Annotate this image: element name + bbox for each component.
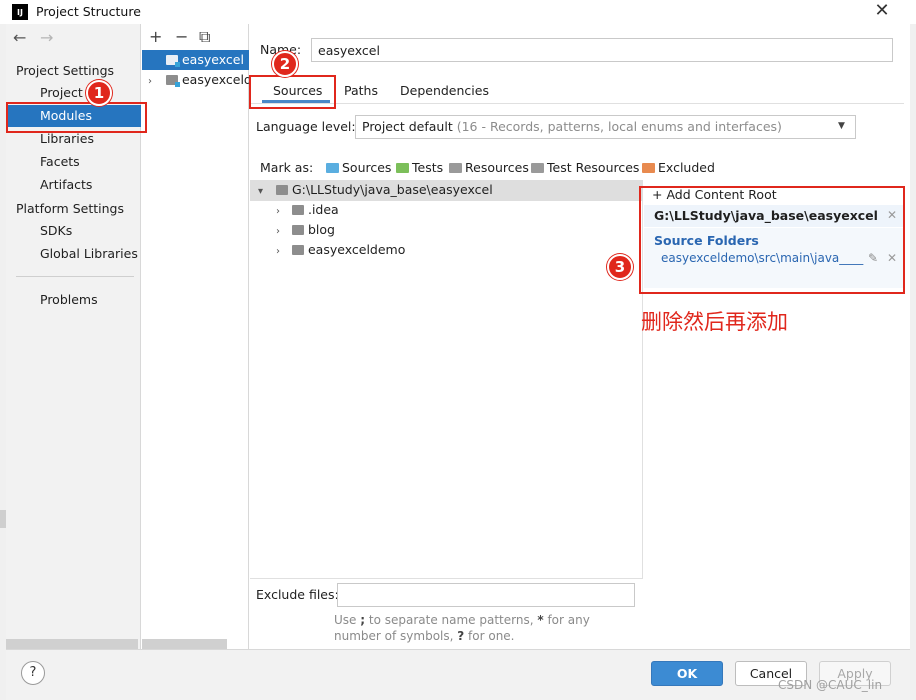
mark-tests-label: Tests — [412, 160, 444, 175]
resources-folder-icon — [449, 163, 462, 173]
sidebar-item-facets[interactable]: Facets — [6, 151, 141, 173]
annotation-box-modules — [6, 102, 147, 133]
help-text: for one. — [464, 629, 515, 643]
sidebar-item-artifacts[interactable]: Artifacts — [6, 174, 141, 196]
mark-as-label: Mark as: — [260, 160, 314, 175]
help-text: Use — [334, 613, 361, 627]
window-title: Project Structure — [36, 4, 141, 19]
annotation-badge-2: 2 — [272, 51, 298, 77]
tab-dependencies[interactable]: Dependencies — [400, 83, 489, 98]
annotation-badge-3: 3 — [607, 254, 633, 280]
tree-node-easyexceldemo[interactable]: › easyexceldemo — [276, 240, 405, 260]
section-platform-settings: Platform Settings — [16, 201, 124, 216]
exclude-files-input[interactable] — [337, 583, 635, 607]
chevron-down-icon[interactable]: ▾ — [258, 182, 268, 202]
module-item-easyexceldemo[interactable]: › easyexceldemo — [142, 70, 249, 90]
module-name-input[interactable] — [311, 38, 893, 62]
folder-icon — [276, 185, 288, 195]
tree-node-label: .idea — [307, 202, 339, 217]
mark-resources-label: Resources — [465, 160, 529, 175]
tree-root-label: G:\LLStudy\java_base\easyexcel — [291, 182, 493, 197]
help-button[interactable]: ? — [21, 661, 45, 685]
add-module-icon[interactable]: + — [149, 28, 162, 46]
chevron-down-icon[interactable]: ▼ — [838, 121, 845, 131]
forward-arrow-icon[interactable]: → — [40, 28, 53, 47]
sidebar-scrollbar[interactable] — [6, 639, 138, 649]
language-level-description: (16 - Records, patterns, local enums and… — [452, 119, 782, 134]
content-root-empty-area — [644, 292, 904, 648]
mark-excluded-label: Excluded — [658, 160, 715, 175]
folder-icon — [292, 205, 304, 215]
sources-folder-icon — [326, 163, 339, 173]
language-level-select[interactable]: Project default (16 - Records, patterns,… — [355, 115, 856, 139]
chevron-right-icon[interactable]: › — [276, 242, 286, 262]
tree-node-blog[interactable]: › blog — [276, 220, 335, 240]
tree-root-node[interactable]: ▾ G:\LLStudy\java_base\easyexcel — [258, 180, 493, 200]
annotation-badge-1: 1 — [86, 80, 112, 106]
module-label: easyexceldemo — [181, 72, 249, 87]
modules-list-panel — [142, 24, 249, 649]
exclude-files-label: Exclude files: — [256, 587, 339, 602]
remove-module-icon[interactable]: − — [175, 28, 188, 46]
ok-button[interactable]: OK — [651, 661, 723, 686]
tree-node-label: blog — [307, 222, 335, 237]
mark-tests-button[interactable]: Tests — [396, 160, 443, 175]
mark-test-resources-label: Test Resources — [547, 160, 640, 175]
chevron-right-icon[interactable]: › — [148, 72, 166, 90]
mark-sources-button[interactable]: Sources — [326, 160, 391, 175]
tab-paths[interactable]: Paths — [344, 83, 378, 98]
window-frame-right — [910, 24, 916, 700]
language-level-value: Project default — [362, 119, 453, 134]
module-folder-icon — [166, 55, 180, 67]
tests-folder-icon — [396, 163, 409, 173]
help-text: to separate name patterns, — [365, 613, 538, 627]
tree-node-idea[interactable]: › .idea — [276, 200, 339, 220]
language-level-label: Language level: — [256, 119, 356, 134]
sidebar-item-project[interactable]: Project — [6, 82, 141, 104]
intellij-app-icon: IJ — [12, 4, 28, 20]
csdn-watermark: CSDN @CAUC_lin — [778, 678, 883, 692]
tabs-divider — [250, 103, 904, 104]
folder-icon — [292, 225, 304, 235]
exclude-divider — [250, 578, 643, 579]
exclude-files-help: Use ; to separate name patterns, * for a… — [334, 612, 638, 644]
sidebar-item-global-libraries[interactable]: Global Libraries — [6, 243, 141, 265]
section-project-settings: Project Settings — [16, 63, 115, 78]
module-label: easyexcel — [181, 52, 244, 67]
modules-scrollbar[interactable] — [142, 639, 227, 649]
annotation-note: 删除然后再添加 — [641, 310, 788, 334]
copy-module-icon[interactable]: ⧉ — [199, 28, 210, 46]
excluded-folder-icon — [642, 163, 655, 173]
module-folder-icon — [166, 75, 180, 87]
annotation-box-content-root — [639, 186, 905, 294]
tree-node-label: easyexceldemo — [307, 242, 406, 257]
mark-excluded-button[interactable]: Excluded — [642, 160, 715, 175]
sidebar-divider — [16, 276, 134, 277]
close-window-button[interactable]: ✕ — [868, 0, 896, 24]
module-item-easyexcel[interactable]: easyexcel — [142, 50, 249, 70]
test-resources-folder-icon — [531, 163, 544, 173]
mark-test-resources-button[interactable]: Test Resources — [531, 160, 639, 175]
sidebar-item-problems[interactable]: Problems — [6, 289, 141, 311]
chevron-right-icon[interactable]: › — [276, 202, 286, 222]
back-arrow-icon[interactable]: ← — [13, 28, 26, 47]
annotation-box-sources-tab — [249, 75, 336, 109]
chevron-right-icon[interactable]: › — [276, 222, 286, 242]
sidebar-item-sdks[interactable]: SDKs — [6, 220, 141, 242]
folder-icon — [292, 245, 304, 255]
mark-sources-label: Sources — [342, 160, 392, 175]
mark-resources-button[interactable]: Resources — [449, 160, 529, 175]
